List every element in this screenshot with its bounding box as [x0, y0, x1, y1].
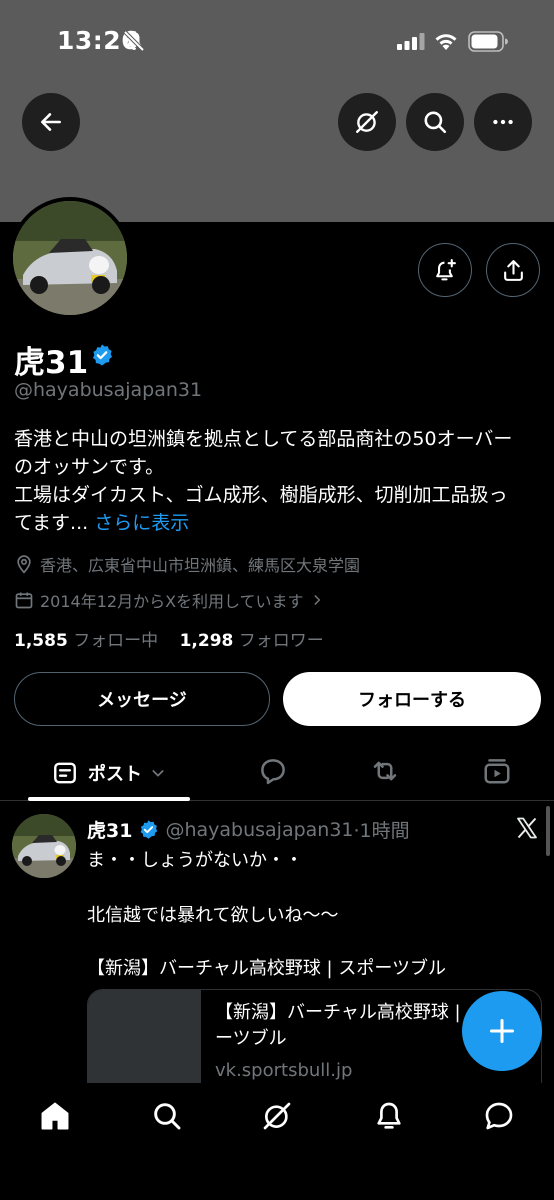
calendar-icon	[15, 592, 33, 609]
followers-link[interactable]: 1,298 フォロワー	[180, 631, 340, 651]
profile-location: 香港、広東省中山市坦洲鎮、練馬区大泉学園	[14, 552, 360, 576]
avatar-image	[13, 201, 127, 315]
bio-line: てます...	[14, 512, 95, 534]
post-text-line: 北信越では暴れて欲しいね〜〜	[87, 905, 339, 926]
bio-line: のオッサンです。	[14, 456, 165, 478]
profile-bio: 香港と中山の坦洲鎮を拠点としてる部品商社の50オーバー のオッサンです。 工場は…	[14, 425, 544, 537]
cellular-signal-icon	[397, 33, 425, 50]
post-author-name[interactable]: 虎31	[87, 816, 132, 843]
link-card-title-line: ーツブル	[215, 1028, 287, 1049]
verified-badge-icon	[141, 820, 158, 839]
message-button[interactable]: メッセージ	[14, 672, 270, 726]
tab-reposts[interactable]	[370, 756, 400, 786]
follow-stats: 1,585 フォロー中 1,298 フォロワー	[14, 626, 340, 651]
profile-display-name: 虎31	[14, 345, 89, 381]
post-text-line: 【新潟】バーチャル高校野球 | スポーツブル	[87, 958, 446, 979]
grok-icon[interactable]	[261, 1100, 293, 1132]
search-icon	[424, 111, 447, 134]
bell-icon[interactable]	[373, 1100, 405, 1132]
followers-count: 1,298	[179, 631, 234, 651]
location-text: 香港、広東省中山市坦洲鎮、練馬区大泉学園	[40, 556, 361, 575]
joined-text: 2014年12月からXを利用しています	[40, 592, 304, 611]
share-icon	[503, 259, 523, 281]
profile-tabs: ポスト	[0, 744, 554, 801]
tab-posts-label: ポスト	[88, 763, 142, 785]
more-button[interactable]	[474, 93, 532, 151]
bio-line: 工場はダイカスト、ゴム成形、樹脂成形、切削加工品扱っ	[14, 484, 508, 506]
compose-post-button[interactable]	[462, 991, 542, 1071]
avatar-image	[12, 814, 76, 878]
link-card-title-line: 【新潟】バーチャル高校野球 |	[215, 1002, 461, 1023]
following-count: 1,585	[14, 631, 68, 651]
grok-icon	[356, 111, 378, 133]
grok-button[interactable]	[338, 93, 396, 151]
bell-slash-icon	[123, 30, 145, 52]
bottom-navigation	[0, 1083, 554, 1200]
back-arrow-icon	[41, 113, 61, 131]
battery-icon	[468, 31, 508, 52]
tab-posts[interactable]: ポスト	[28, 744, 190, 801]
back-button[interactable]	[22, 93, 80, 151]
post-text-line: ま・・しょうがないか・・	[87, 850, 303, 871]
status-bar: 13:26	[0, 0, 554, 84]
search-icon[interactable]	[151, 1100, 183, 1132]
followers-label: フォロワー	[238, 631, 324, 651]
posts-icon	[54, 762, 76, 783]
tab-videos[interactable]	[482, 756, 512, 786]
verified-badge-icon[interactable]	[90, 343, 114, 367]
x-logo-icon[interactable]	[515, 816, 539, 840]
following-label: フォロー中	[73, 631, 159, 651]
tab-active-indicator	[28, 797, 190, 801]
profile-joined[interactable]: 2014年12月からXを利用しています	[14, 588, 324, 612]
post-avatar[interactable]	[12, 814, 76, 878]
link-card-domain: vk.sportsbull.jp	[215, 1060, 353, 1081]
more-icon	[493, 119, 513, 125]
notification-bell-plus-icon	[435, 258, 456, 280]
profile-avatar[interactable]	[9, 197, 131, 319]
chevron-right-icon	[314, 595, 320, 605]
tab-replies[interactable]	[258, 756, 288, 786]
location-pin-icon	[17, 555, 31, 574]
bio-line: 香港と中山の坦洲鎮を拠点としてる部品商社の50オーバー	[14, 428, 513, 450]
follow-button[interactable]: フォローする	[283, 672, 541, 726]
chevron-down-icon[interactable]	[150, 765, 166, 781]
scroll-indicator[interactable]	[546, 806, 550, 856]
post-timestamp: ·1時間	[353, 820, 410, 842]
profile-handle: @hayabusajapan31	[14, 379, 203, 401]
share-profile-button[interactable]	[486, 243, 540, 297]
search-button[interactable]	[406, 93, 464, 151]
notification-subscribe-button[interactable]	[418, 243, 472, 297]
post-header: 虎31 @hayabusajapan31 ·1時間	[87, 816, 410, 843]
plus-icon	[489, 1018, 515, 1044]
wifi-icon	[435, 34, 457, 50]
read-more-link[interactable]: さらに表示	[94, 512, 189, 534]
messages-icon[interactable]	[483, 1100, 515, 1132]
post-author-handle[interactable]: @hayabusajapan31	[165, 819, 353, 841]
following-link[interactable]: 1,585 フォロー中	[14, 631, 174, 651]
link-card-title: 【新潟】バーチャル高校野球 | ーツブル	[215, 1000, 461, 1052]
home-icon[interactable]	[39, 1100, 71, 1132]
